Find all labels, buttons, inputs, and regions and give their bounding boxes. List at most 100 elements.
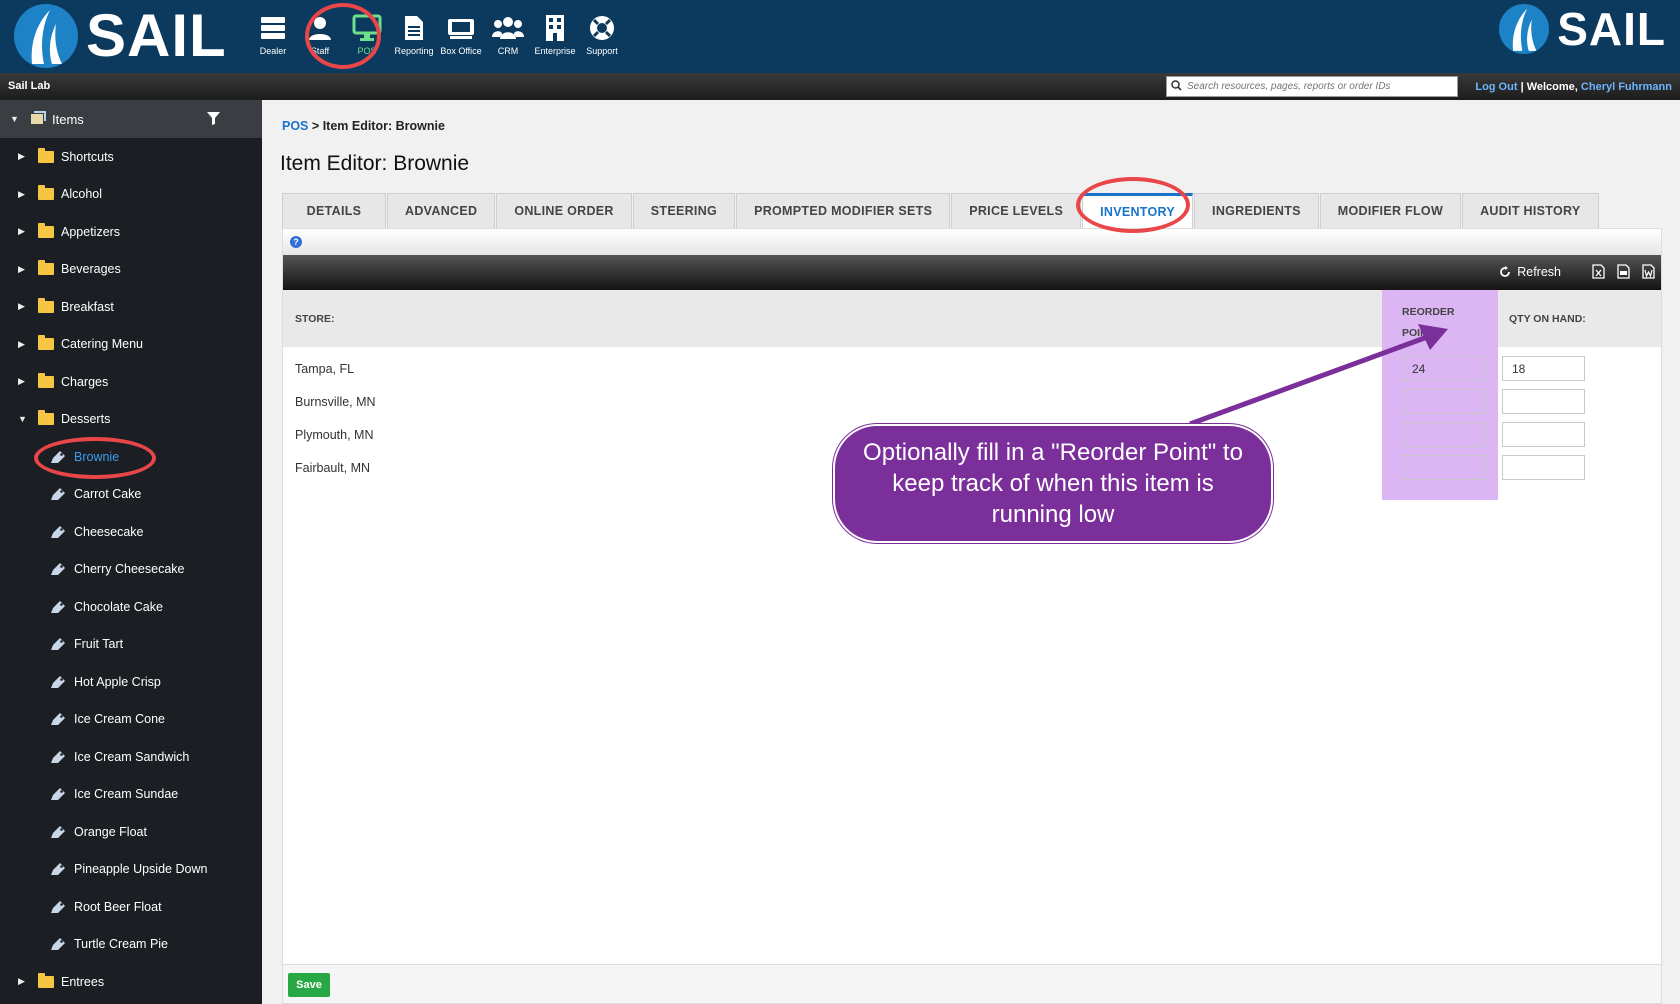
qty-on-hand-input[interactable]: [1502, 356, 1585, 381]
tab-online-order[interactable]: ONLINE ORDER: [496, 193, 632, 228]
caret-right-icon[interactable]: ▶: [18, 226, 28, 237]
caret-right-icon[interactable]: ▶: [18, 301, 28, 312]
logout-link[interactable]: Log Out: [1475, 81, 1517, 93]
tree-root[interactable]: ▼ Items: [0, 100, 262, 138]
sidebar-folder[interactable]: ▶ Appetizers: [0, 213, 262, 251]
tab-ingredients[interactable]: INGREDIENTS: [1194, 193, 1319, 228]
reorder-point-input[interactable]: [1402, 455, 1485, 480]
top-header: SAIL Dealer Staff POS Reporting Box Offi…: [0, 0, 1680, 73]
sidebar-item[interactable]: Ice Cream Sundae: [0, 776, 262, 814]
csv-export-icon[interactable]: [1617, 264, 1630, 284]
tab-modifier-flow[interactable]: MODIFIER FLOW: [1319, 193, 1462, 228]
export-icons: [1580, 264, 1655, 284]
breadcrumb-root-link[interactable]: POS: [282, 119, 308, 133]
sidebar-item[interactable]: Cherry Cheesecake: [0, 551, 262, 589]
tree-root-label: Items: [52, 111, 84, 127]
tab-inventory[interactable]: INVENTORY: [1082, 193, 1194, 228]
sidebar-folder-label: Catering Menu: [61, 337, 143, 352]
items-icon: [30, 110, 46, 128]
tab-details[interactable]: DETAILS: [282, 193, 386, 228]
sidebar-item[interactable]: Pineapple Upside Down: [0, 851, 262, 889]
help-strip: ?: [283, 229, 1661, 255]
folder-icon: [38, 335, 54, 351]
sail-logo-icon: [1499, 4, 1550, 54]
sidebar-item[interactable]: Root Beer Float: [0, 888, 262, 926]
ticket-icon: [446, 12, 476, 44]
folder-icon: [38, 372, 54, 388]
nav-box-office[interactable]: Box Office: [438, 12, 484, 62]
qty-on-hand-input[interactable]: [1502, 455, 1585, 480]
sidebar-item[interactable]: Hot Apple Crisp: [0, 663, 262, 701]
caret-down-icon[interactable]: ▼: [10, 114, 20, 124]
save-button[interactable]: Save: [288, 973, 330, 997]
qty-on-hand-input[interactable]: [1502, 422, 1585, 447]
store-column-header: STORE:: [295, 313, 335, 325]
sidebar-folder[interactable]: ▶ Charges: [0, 363, 262, 401]
nav-label: POS: [357, 46, 377, 56]
caret-right-icon[interactable]: ▶: [18, 189, 28, 200]
caret-down-icon[interactable]: ▼: [18, 414, 28, 424]
sidebar-item-label: Cheesecake: [74, 524, 144, 539]
sidebar-folder[interactable]: ▶ Entrees: [0, 963, 262, 1001]
search-input[interactable]: [1187, 81, 1452, 92]
reorder-point-callout: Optionally fill in a "Reorder Point" to …: [833, 424, 1273, 543]
tab-prompted-modifier-sets[interactable]: PROMPTED MODIFIER SETS: [736, 193, 951, 228]
nav-crm[interactable]: CRM: [485, 12, 531, 62]
help-icon[interactable]: ?: [290, 236, 302, 248]
sidebar-folder-label: Appetizers: [61, 224, 121, 239]
reorder-point-input[interactable]: [1402, 356, 1485, 381]
filter-icon[interactable]: [207, 112, 220, 128]
user-name-link[interactable]: Cheryl Fuhrmann: [1581, 81, 1672, 93]
refresh-button[interactable]: Refresh: [1499, 265, 1561, 279]
sidebar-folder[interactable]: ▶ Beverages: [0, 251, 262, 289]
tab-steering[interactable]: STEERING: [632, 193, 736, 228]
nav-label: Staff: [310, 46, 330, 56]
sail-logo[interactable]: SAIL: [14, 4, 227, 68]
sidebar-item[interactable]: Fruit Tart: [0, 626, 262, 664]
sidebar-folder[interactable]: ▶ Alcohol: [0, 176, 262, 214]
sidebar-item[interactable]: Turtle Cream Pie: [0, 926, 262, 964]
nav-pos[interactable]: POS: [344, 12, 390, 62]
caret-right-icon[interactable]: ▶: [18, 376, 28, 387]
sidebar-item-label: Root Beer Float: [74, 899, 162, 914]
brand-name: SAIL: [86, 2, 227, 69]
tab-audit-history[interactable]: AUDIT HISTORY: [1462, 193, 1599, 228]
reorder-point-input[interactable]: [1402, 389, 1485, 414]
sidebar-item[interactable]: Ice Cream Sandwich: [0, 738, 262, 776]
sidebar-item[interactable]: Brownie: [0, 438, 262, 476]
caret-right-icon[interactable]: ▶: [18, 339, 28, 350]
search-box[interactable]: [1166, 76, 1458, 97]
editor-tabs: DETAILS ADVANCED ONLINE ORDER STEERING P…: [282, 193, 1600, 228]
caret-right-icon[interactable]: ▶: [18, 264, 28, 275]
excel-export-icon[interactable]: [1592, 264, 1605, 284]
page-title: Item Editor: Brownie: [280, 152, 470, 175]
tab-price-levels[interactable]: PRICE LEVELS: [951, 193, 1082, 228]
nav-enterprise[interactable]: Enterprise: [532, 12, 578, 62]
tag-icon: [50, 900, 66, 914]
sidebar-item[interactable]: Carrot Cake: [0, 476, 262, 514]
tab-advanced[interactable]: ADVANCED: [387, 193, 496, 228]
sidebar-item[interactable]: Chocolate Cake: [0, 588, 262, 626]
server-icon: [260, 12, 286, 44]
sidebar-folder[interactable]: ▶ Shortcuts: [0, 138, 262, 176]
table-row: Burnsville, MN: [283, 385, 1661, 418]
sidebar-item[interactable]: Cheesecake: [0, 513, 262, 551]
reorder-point-input[interactable]: [1402, 422, 1485, 447]
nav-staff[interactable]: Staff: [297, 12, 343, 62]
people-icon: [492, 12, 524, 44]
tag-icon: [50, 600, 66, 614]
lifebuoy-icon: [588, 12, 616, 44]
sidebar-folder[interactable]: ▶ Breakfast: [0, 288, 262, 326]
sidebar-item[interactable]: Orange Float: [0, 813, 262, 851]
nav-support[interactable]: Support: [579, 12, 625, 62]
caret-right-icon[interactable]: ▶: [18, 976, 28, 987]
sidebar-item[interactable]: Ice Cream Cone: [0, 701, 262, 739]
nav-dealer[interactable]: Dealer: [250, 12, 296, 62]
sidebar-folder[interactable]: ▶ Catering Menu: [0, 326, 262, 364]
caret-right-icon[interactable]: ▶: [18, 151, 28, 162]
word-export-icon[interactable]: [1642, 264, 1655, 284]
sidebar-item-label: Ice Cream Sandwich: [74, 749, 190, 764]
sidebar-folder[interactable]: ▼ Desserts: [0, 401, 262, 439]
nav-reporting[interactable]: Reporting: [391, 12, 437, 62]
qty-on-hand-input[interactable]: [1502, 389, 1585, 414]
